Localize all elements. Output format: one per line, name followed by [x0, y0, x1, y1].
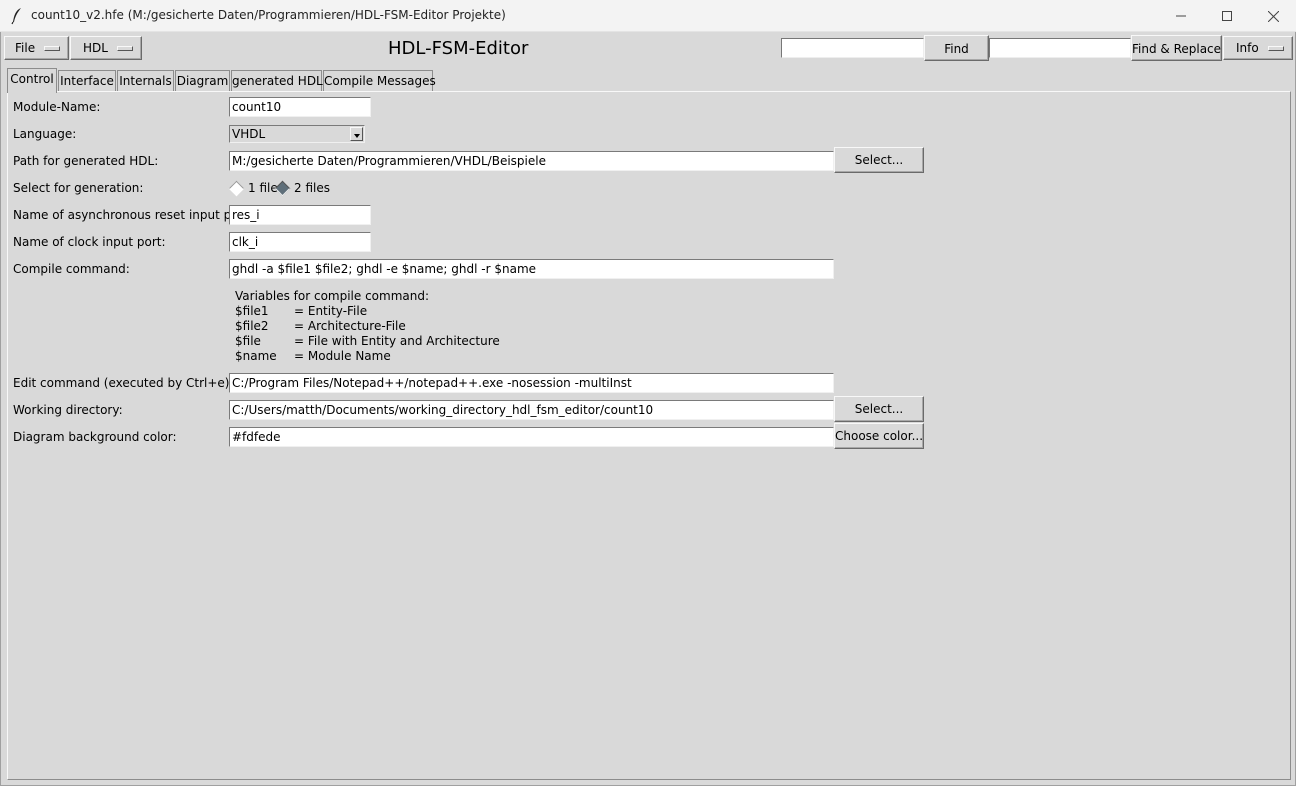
path-select-button[interactable]: Select...: [834, 147, 924, 173]
language-label: Language:: [13, 127, 77, 141]
file-menubutton[interactable]: File: [4, 36, 69, 60]
reset-port-label: Name of asynchronous reset input port:: [13, 208, 253, 222]
var-desc: = Module Name: [294, 349, 391, 363]
edit-label: Edit command (executed by Ctrl+e):: [13, 376, 234, 390]
compile-input[interactable]: ghdl -a $file1 $file2; ghdl -e $name; gh…: [229, 259, 834, 279]
feather-icon: [11, 8, 21, 25]
language-select[interactable]: VHDL: [229, 125, 365, 143]
compile-help-row: $file1 = Entity-File: [235, 304, 500, 319]
menu-indicator-icon: [1268, 46, 1284, 51]
edit-command-input[interactable]: C:/Program Files/Notepad++/notepad++.exe…: [229, 373, 834, 393]
bgcolor-label: Diagram background color:: [13, 430, 177, 444]
info-menu-label: Info: [1236, 41, 1259, 55]
reset-port-input[interactable]: res_i: [229, 205, 371, 225]
bgcolor-input[interactable]: #fdfede: [229, 427, 834, 447]
module-name-label: Module-Name:: [13, 100, 101, 114]
tab-control[interactable]: Control: [7, 68, 57, 93]
generation-label: Select for generation:: [13, 181, 144, 195]
minimize-button[interactable]: [1158, 0, 1204, 32]
path-label: Path for generated HDL:: [13, 154, 159, 168]
maximize-button[interactable]: [1204, 0, 1250, 32]
compile-help-heading: Variables for compile command:: [235, 289, 430, 303]
toolbar: File HDL HDL-FSM-Editor Find Find & Repl…: [1, 32, 1295, 64]
workdir-select-button[interactable]: Select...: [834, 396, 924, 422]
menu-indicator-icon: [44, 46, 60, 51]
tab-interface[interactable]: Interface: [58, 70, 116, 92]
hdl-menubutton[interactable]: HDL: [70, 36, 142, 60]
compile-help-row: $file2 = Architecture-File: [235, 319, 500, 334]
info-menubutton[interactable]: Info: [1223, 36, 1293, 60]
maximize-icon: [1222, 11, 1232, 21]
clock-port-label: Name of clock input port:: [13, 235, 166, 249]
workdir-input[interactable]: C:/Users/matth/Documents/working_directo…: [229, 400, 834, 420]
compile-help-row: $name = Module Name: [235, 349, 500, 364]
close-icon: [1267, 10, 1279, 22]
radio-2-files-label[interactable]: 2 files: [294, 181, 330, 195]
compile-help: Variables for compile command: $file1 = E…: [235, 289, 500, 364]
path-input[interactable]: M:/gesicherte Daten/Programmieren/VHDL/B…: [229, 151, 834, 171]
clock-port-input[interactable]: clk_i: [229, 232, 371, 252]
hdl-menu-label: HDL: [83, 41, 108, 55]
var-name: $file1: [235, 304, 269, 318]
var-name: $name: [235, 349, 277, 363]
compile-help-row: $file = File with Entity and Architecture: [235, 334, 500, 349]
module-name-input[interactable]: count10: [229, 97, 371, 117]
var-desc: = File with Entity and Architecture: [294, 334, 500, 348]
tab-internals[interactable]: Internals: [117, 70, 174, 92]
window-titlebar[interactable]: count10_v2.hfe (M:/gesicherte Daten/Prog…: [0, 0, 1296, 32]
choose-color-button[interactable]: Choose color...: [834, 423, 924, 449]
chevron-down-icon[interactable]: [350, 127, 363, 141]
window-title: count10_v2.hfe (M:/gesicherte Daten/Prog…: [31, 8, 506, 22]
language-value: VHDL: [232, 127, 266, 141]
find-input[interactable]: [781, 38, 924, 58]
workdir-label: Working directory:: [13, 403, 123, 417]
find-button[interactable]: Find: [924, 35, 989, 61]
var-desc: = Architecture-File: [294, 319, 406, 333]
var-desc: = Entity-File: [294, 304, 368, 318]
menu-indicator-icon: [117, 46, 133, 51]
app-title: HDL-FSM-Editor: [388, 38, 529, 59]
tab-generated-hdl[interactable]: generated HDL: [231, 70, 323, 92]
close-button[interactable]: [1250, 0, 1296, 32]
tab-diagram[interactable]: Diagram: [175, 70, 230, 92]
replace-input[interactable]: [989, 38, 1131, 58]
tab-compile-messages[interactable]: Compile Messages: [323, 70, 436, 92]
compile-label: Compile command:: [13, 262, 130, 276]
minimize-icon: [1176, 15, 1186, 17]
var-name: $file2: [235, 319, 269, 333]
find-replace-button[interactable]: Find & Replace: [1131, 35, 1222, 61]
var-name: $file: [235, 334, 261, 348]
file-menu-label: File: [15, 41, 36, 55]
